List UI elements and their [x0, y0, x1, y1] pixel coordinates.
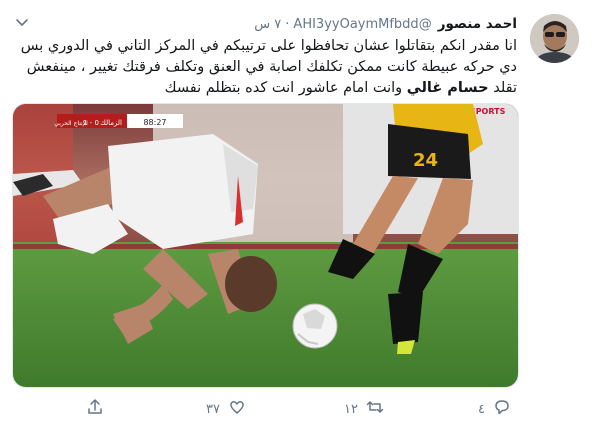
reply-icon[interactable]	[493, 398, 511, 420]
tweet-header: احمد منصور @AHI3yyOaymMfbdd· ٧ س	[254, 14, 517, 34]
scoreboard-team-left: الزمالك	[100, 119, 122, 127]
action-bar: ٣٧ ١٢ ٤	[86, 398, 526, 420]
retweet-button[interactable]: ١٢	[344, 398, 384, 420]
tweet[interactable]: احمد منصور @AHI3yyOaymMfbdd· ٧ س انا مقدر …	[0, 0, 607, 429]
display-name[interactable]: احمد منصور	[438, 16, 517, 32]
retweet-icon[interactable]	[366, 398, 384, 420]
like-icon[interactable]	[228, 398, 246, 420]
tweet-text-bold: حسام غالي	[406, 80, 489, 96]
separator-dot: ·	[285, 17, 290, 32]
share-icon[interactable]	[86, 398, 104, 420]
like-button[interactable]: ٣٧	[206, 398, 246, 420]
tweet-text: انا مقدر انكم بتقاتلوا عشان تحافظوا على …	[12, 36, 517, 99]
avatar[interactable]	[530, 14, 579, 63]
reply-button[interactable]: ٤	[478, 398, 511, 420]
user-handle[interactable]: @AHI3yyOaymMfbdd	[293, 17, 431, 32]
share-button[interactable]	[86, 398, 112, 420]
football	[292, 303, 338, 349]
player-number: 24	[413, 150, 438, 171]
retweet-count: ١٢	[344, 401, 358, 417]
tweet-time[interactable]: ٧ س	[254, 17, 281, 32]
tweet-media[interactable]: 88:27 الزمالك 1 - 0 الإنتاج الحربي ON TI…	[12, 103, 519, 388]
like-count: ٣٧	[206, 401, 220, 417]
scoreboard: 88:27 الزمالك 1 - 0 الإنتاج الحربي	[54, 114, 183, 128]
scoreboard-time: 88:27	[143, 118, 166, 127]
chevron-down-icon[interactable]	[14, 14, 30, 30]
reply-count: ٤	[478, 401, 485, 417]
scoreboard-team-right: الإنتاج الحربي	[54, 120, 88, 127]
tweet-text-part: وانت امام عاشور انت كده بتظلم نفسك	[164, 80, 407, 96]
